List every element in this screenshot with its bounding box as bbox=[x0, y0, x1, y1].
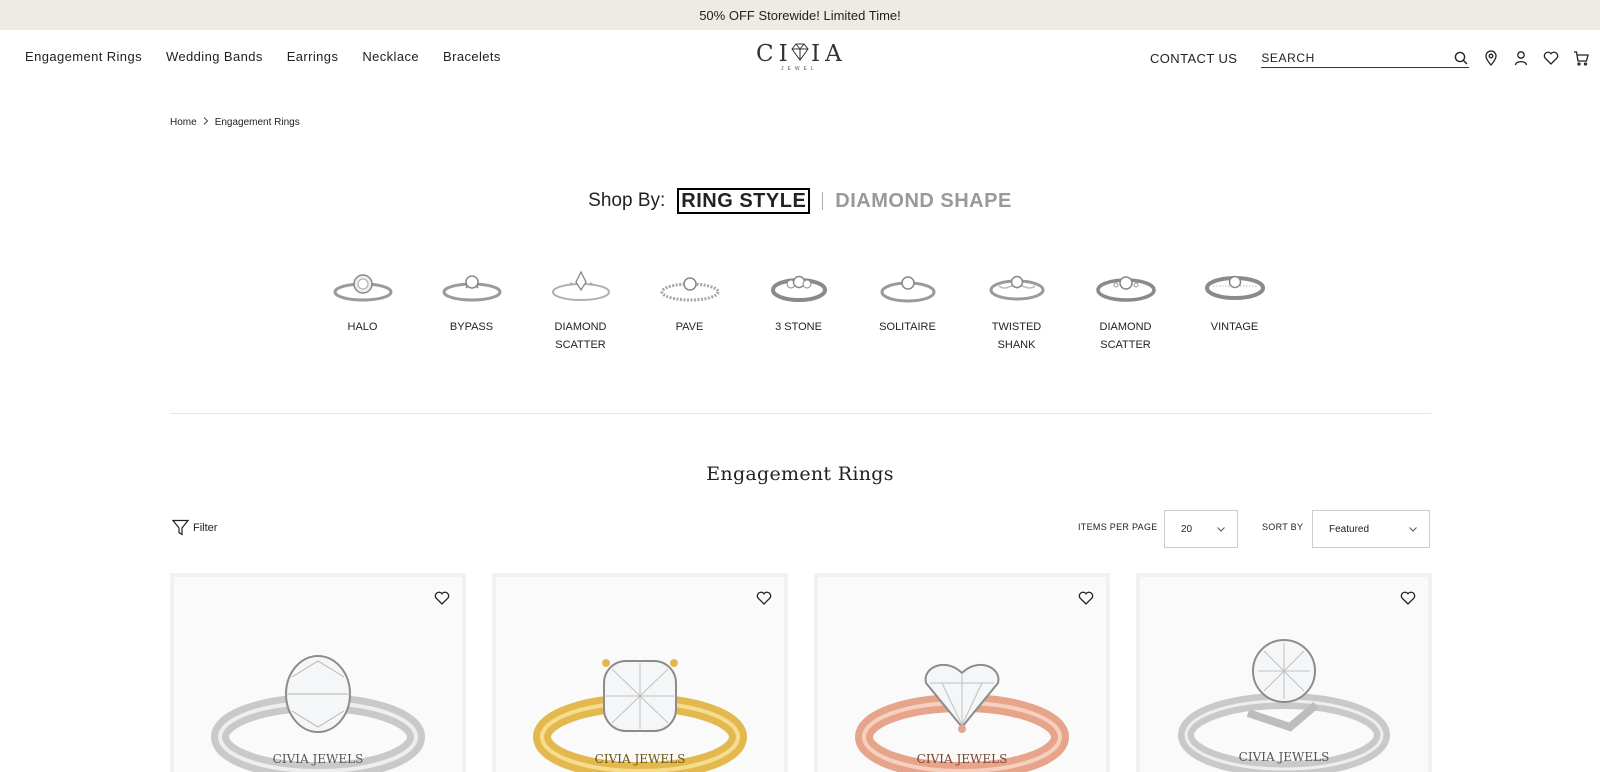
ring-style-label: TWISTED SHANK bbox=[991, 321, 1042, 351]
product-card[interactable]: CIVIA JEWELS bbox=[492, 573, 788, 772]
tab-ring-style[interactable]: RING STYLE bbox=[677, 188, 811, 214]
chevron-down-icon bbox=[1217, 526, 1225, 532]
ring-style-label: BYPASS bbox=[449, 321, 494, 333]
ring-diamond-scatter-image bbox=[1095, 276, 1156, 302]
tab-divider bbox=[822, 192, 824, 210]
ring-vintage-image bbox=[1204, 275, 1265, 300]
nav-wedding-bands[interactable]: Wedding Bands bbox=[166, 49, 263, 64]
ring-3-stone-image bbox=[770, 275, 827, 302]
ring-style-label: PAVE bbox=[675, 321, 704, 333]
ring-style-label: SOLITAIRE bbox=[879, 321, 936, 333]
main-nav: Engagement Rings Wedding Bands Earrings … bbox=[25, 49, 501, 64]
ring-style-3-stone[interactable]: 3 STONE bbox=[744, 262, 853, 354]
wishlist-icon[interactable] bbox=[1078, 591, 1094, 610]
shop-by-switcher: Shop By: RING STYLE DIAMOND SHAPE bbox=[0, 188, 1600, 214]
search-icon[interactable] bbox=[1453, 50, 1469, 66]
nav-bracelets[interactable]: Bracelets bbox=[443, 49, 501, 64]
product-image: CIVIA JEWELS bbox=[211, 655, 425, 772]
items-per-page-value: 20 bbox=[1181, 523, 1193, 535]
product-card[interactable]: CIVIA JEWELS bbox=[170, 573, 466, 772]
ring-style-halo[interactable]: HALO bbox=[308, 262, 417, 354]
wishlist-icon[interactable] bbox=[1400, 591, 1416, 610]
promo-banner: 50% OFF Storewide! Limited Time! bbox=[0, 0, 1600, 30]
logo-graphic: CI IA JEWEL bbox=[756, 41, 846, 72]
section-divider bbox=[170, 413, 1431, 414]
promo-text: 50% OFF Storewide! Limited Time! bbox=[699, 7, 901, 23]
svg-text:IA: IA bbox=[811, 41, 846, 67]
wishlist-icon[interactable] bbox=[1543, 50, 1559, 66]
wishlist-icon[interactable] bbox=[756, 591, 772, 610]
ring-style-label: VINTAGE bbox=[1210, 321, 1259, 333]
sort-by-label: SORT BY bbox=[1262, 522, 1304, 532]
svg-text:CI: CI bbox=[756, 41, 793, 67]
chevron-right-icon bbox=[203, 117, 209, 128]
ring-style-vintage[interactable]: VINTAGE bbox=[1180, 262, 1289, 354]
items-per-page-select[interactable]: 20 bbox=[1164, 510, 1238, 548]
ring-style-label: HALO bbox=[347, 321, 378, 333]
filter-button[interactable]: Filter bbox=[172, 519, 217, 536]
items-per-page-label: ITEMS PER PAGE bbox=[1078, 522, 1158, 532]
ring-style-label: DIAMOND SCATTER bbox=[1099, 321, 1152, 351]
ring-twisted-shank-image bbox=[989, 275, 1044, 301]
account-icon[interactable] bbox=[1513, 50, 1529, 66]
ring-style-diamond-scatter-2[interactable]: DIAMOND SCATTER bbox=[1071, 262, 1180, 354]
ring-bypass-image bbox=[442, 275, 501, 302]
ring-style-solitaire[interactable]: SOLITAIRE bbox=[853, 262, 962, 354]
svg-text:CIVIA JEWELS: CIVIA JEWELS bbox=[595, 752, 686, 766]
product-image: CIVIA JEWELS bbox=[855, 663, 1069, 772]
ring-style-list: HALO BYPASS DIAMOND SCATTER PAVE 3 STONE… bbox=[308, 262, 1289, 354]
search-input[interactable] bbox=[1261, 50, 1442, 65]
header-icons bbox=[1483, 50, 1590, 66]
svg-text:CIVIA JEWELS: CIVIA JEWELS bbox=[917, 752, 1008, 766]
cart-icon[interactable] bbox=[1573, 50, 1590, 66]
nav-engagement-rings[interactable]: Engagement Rings bbox=[25, 49, 142, 64]
product-card[interactable]: CIVIA JEWELS bbox=[814, 573, 1110, 772]
ring-style-bypass[interactable]: BYPASS bbox=[417, 262, 526, 354]
ring-style-twisted-shank[interactable]: TWISTED SHANK bbox=[962, 262, 1071, 354]
site-logo[interactable]: CI IA JEWEL bbox=[754, 40, 846, 72]
search-box bbox=[1261, 48, 1470, 68]
shop-by-label: Shop By: bbox=[588, 190, 666, 211]
ring-solitaire-image bbox=[880, 276, 935, 303]
ring-pave-image bbox=[660, 277, 719, 302]
breadcrumb: Home Engagement Rings bbox=[170, 117, 300, 128]
contact-us-link[interactable]: CONTACT US bbox=[1150, 51, 1237, 66]
ring-halo-image bbox=[333, 274, 392, 302]
location-icon[interactable] bbox=[1483, 50, 1499, 66]
sort-by-value: Featured bbox=[1329, 523, 1370, 535]
tab-diamond-shape[interactable]: DIAMOND SHAPE bbox=[835, 190, 1012, 213]
product-image: CIVIA JEWELS bbox=[533, 659, 747, 772]
wishlist-icon[interactable] bbox=[434, 591, 450, 610]
svg-text:JEWEL: JEWEL bbox=[781, 66, 818, 72]
ring-diamond-scatter-image bbox=[551, 270, 610, 301]
site-header: Engagement Rings Wedding Bands Earrings … bbox=[0, 30, 1600, 85]
ring-style-label: 3 STONE bbox=[775, 321, 822, 333]
product-card[interactable]: CIVIA JEWELS bbox=[1136, 573, 1432, 772]
page-title: Engagement Rings bbox=[706, 463, 894, 485]
ring-style-label: DIAMOND SCATTER bbox=[554, 321, 607, 351]
svg-text:CIVIA JEWELS: CIVIA JEWELS bbox=[1239, 750, 1330, 764]
sort-by-select[interactable]: Featured bbox=[1312, 510, 1430, 548]
nav-earrings[interactable]: Earrings bbox=[287, 49, 339, 64]
header-utilities: CONTACT US bbox=[1150, 48, 1590, 68]
breadcrumb-home[interactable]: Home bbox=[170, 117, 197, 128]
filter-label: Filter bbox=[193, 521, 218, 534]
ring-style-pave[interactable]: PAVE bbox=[635, 262, 744, 354]
product-image: CIVIA JEWELS bbox=[1178, 639, 1390, 772]
chevron-down-icon bbox=[1409, 526, 1417, 532]
ring-style-diamond-scatter[interactable]: DIAMOND SCATTER bbox=[526, 262, 635, 354]
nav-necklace[interactable]: Necklace bbox=[362, 49, 419, 64]
svg-text:CIVIA JEWELS: CIVIA JEWELS bbox=[273, 752, 364, 766]
breadcrumb-current: Engagement Rings bbox=[214, 117, 300, 128]
product-grid: CIVIA JEWELS CIVIA JEWELS CIVIA JEWELS C… bbox=[170, 573, 1432, 772]
filter-icon bbox=[172, 519, 189, 536]
